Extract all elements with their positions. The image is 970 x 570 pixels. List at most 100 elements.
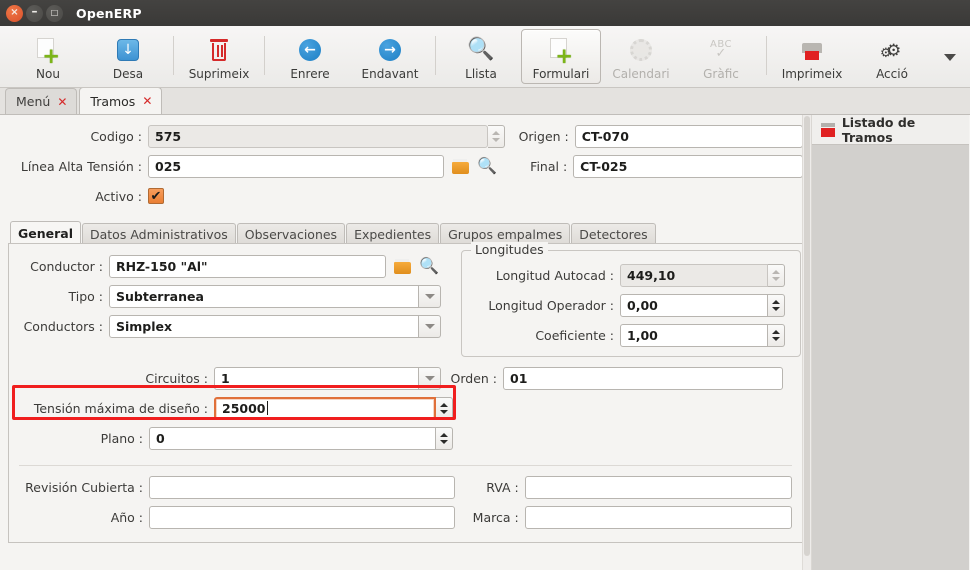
circuitos-select[interactable]: 1 [214,366,419,390]
label-activo: Activo : [95,188,142,204]
chevron-down-icon [424,375,435,381]
label-orden: Orden : [450,370,498,386]
label-codigo: Codigo : [90,128,142,144]
toolbar-button-nou[interactable]: + Nou [8,29,88,84]
section-divider [19,465,792,466]
orden-input[interactable]: 01 [503,366,783,390]
page-tab-tramos[interactable]: Tramos ✕ [79,87,163,114]
form-vertical-scrollbar[interactable] [802,115,811,570]
chevron-down-icon[interactable] [944,54,956,61]
longitud-autocad-input[interactable]: 449,10 [620,263,768,287]
toolbar-button-desa[interactable]: ↓ Desa [88,29,168,84]
marca-input[interactable] [524,505,792,529]
arrow-right-icon: → [379,39,401,61]
form-row-activo: Activo : ✔ [8,183,803,209]
toolbar-button-endavant[interactable]: → Endavant [350,29,430,84]
rva-input[interactable] [524,475,792,499]
search-icon[interactable]: 🔍 [419,258,439,274]
codigo-spinner[interactable] [487,124,505,148]
longitudes-title: Longitudes [471,242,548,257]
coeficiente-input[interactable]: 1,00 [620,323,768,347]
notebook-page-general: Conductor : RHZ-150 "Al" 🔍 Tipo : Subter… [8,242,803,543]
minimize-icon: – [31,4,38,18]
tab-expedientes[interactable]: Expedientes [346,223,440,244]
form-row-codigo-origen: Codigo : 575 Origen : CT-070 [8,123,803,149]
text-caret [266,401,268,415]
toolbar-separator [766,36,767,75]
maximize-icon: □ [50,8,59,17]
toolbar-button-imprimeix[interactable]: Imprimeix [772,29,852,84]
report-list-icon [821,122,835,137]
coeficiente-spinner[interactable] [768,323,785,347]
open-folder-icon[interactable] [452,158,470,174]
content-area: Codigo : 575 Origen : CT-070 Línea Alta … [0,115,970,570]
label-revision-cubierta: Revisión Cubierta : [25,479,143,495]
tab-general[interactable]: General [10,221,81,244]
conductor-input[interactable]: RHZ-150 "Al" [109,254,386,278]
toolbar-button-enrere[interactable]: ← Enrere [270,29,350,84]
linea-alta-tension-input[interactable]: 025 [148,154,445,178]
page-tab-menu-label: Menú [16,94,51,109]
toolbar-button-accio[interactable]: ⚙ ⚙ Acció [852,29,932,84]
close-icon[interactable]: ✕ [142,95,152,107]
toolbar-button-suprimeix[interactable]: Suprimeix [179,29,259,84]
toolbar-button-formulari[interactable]: + Formulari [521,29,601,84]
tab-grupos-empalmes[interactable]: Grupos empalmes [440,223,571,244]
window-minimize-button[interactable]: – [26,4,43,22]
longitud-operador-input[interactable]: 0,00 [620,293,768,317]
page-tab-tramos-label: Tramos [90,93,136,109]
toolbar-button-grafic: ABC ✓ Gràfic [681,29,761,84]
label-conductors: Conductors : [23,318,103,334]
longitud-autocad-spinner[interactable] [768,263,785,287]
tab-datos-administrativos[interactable]: Datos Administrativos [82,223,236,244]
printer-icon [800,40,824,60]
list-search-icon: 🔍 [467,37,495,62]
ano-input[interactable] [149,505,455,529]
chevron-down-icon [424,323,435,329]
tab-detectores[interactable]: Detectores [571,223,656,244]
activo-checkbox[interactable]: ✔ [148,188,164,204]
revision-cubierta-input[interactable] [149,475,455,499]
window-close-button[interactable]: × [6,4,23,22]
sidebar-item-listado-de-tramos[interactable]: Listado de Tramos [812,115,969,145]
label-linea-alta-tension: Línea Alta Tensión : [20,158,142,174]
form-row-coeficiente: Coeficiente : 1,00 [462,322,800,348]
calendar-icon [630,39,652,61]
tension-maxima-spinner[interactable] [436,396,453,420]
circuitos-dropdown-arrow[interactable] [419,366,441,390]
toolbar-button-llista[interactable]: 🔍 Llista [441,29,521,84]
final-input[interactable]: CT-025 [573,154,803,178]
longitudes-groupbox: Longitudes Longitud Autocad : 449,10 Lon… [461,242,801,357]
window-maximize-button[interactable]: □ [46,4,63,22]
toolbar-label-imprimeix: Imprimeix [781,67,843,81]
close-icon: × [10,7,19,18]
toolbar-label-accio: Acció [876,67,908,81]
longitud-operador-spinner[interactable] [768,293,785,317]
scrollbar-thumb[interactable] [804,116,810,556]
plano-input[interactable]: 0 [149,426,436,450]
toolbar-separator [435,36,436,75]
conductors-select[interactable]: Simplex [109,314,419,338]
save-icon: ↓ [117,39,139,61]
toolbar-label-nou: Nou [36,67,60,81]
plano-spinner[interactable] [436,426,453,450]
tipo-select[interactable]: Subterranea [109,284,419,308]
tension-maxima-input[interactable]: 25000 [214,396,436,420]
form-row-ano-marca: Año : Marca : [19,504,792,530]
label-longitud-operador: Longitud Operador : [488,297,614,313]
search-icon[interactable]: 🔍 [477,158,497,174]
tab-observaciones[interactable]: Observaciones [236,223,346,244]
open-folder-icon[interactable] [394,258,411,274]
codigo-input[interactable]: 575 [148,124,488,148]
trash-icon [209,38,229,62]
notebook: General Datos Administrativos Observacio… [8,221,803,543]
tipo-dropdown-arrow[interactable] [419,284,441,308]
label-longitud-autocad: Longitud Autocad : [495,267,614,283]
page-tab-menu[interactable]: Menú ✕ [5,88,78,114]
origen-input[interactable]: CT-070 [574,124,803,148]
conductors-dropdown-arrow[interactable] [419,314,441,338]
toolbar-label-endavant: Endavant [361,67,419,81]
close-icon[interactable]: ✕ [57,96,67,108]
label-plano: Plano : [100,430,143,446]
label-coeficiente: Coeficiente : [535,327,614,343]
